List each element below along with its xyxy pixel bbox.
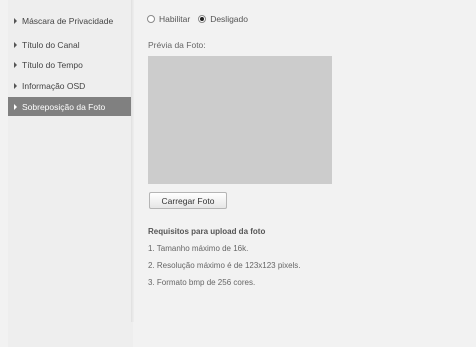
caret-right-icon bbox=[14, 61, 17, 68]
sidebar-item-channel-title[interactable]: Título do Canal bbox=[8, 35, 132, 54]
disable-radio-label[interactable]: Desligado bbox=[210, 14, 248, 24]
disable-radio[interactable] bbox=[198, 15, 207, 23]
requirement-line: 3. Formato bmp de 256 cores. bbox=[148, 278, 256, 287]
sidebar-item-label: Sobreposição da Foto bbox=[22, 101, 106, 112]
requirement-line: 2. Resolução máximo é de 123x123 pixels. bbox=[148, 261, 301, 270]
sidebar-item-label: Título do Canal bbox=[22, 39, 80, 50]
mode-radio-group: Habilitar Desligado bbox=[147, 14, 256, 24]
sidebar-item-photo-overlay[interactable]: Sobreposição da Foto bbox=[8, 97, 132, 116]
upload-photo-button[interactable]: Carregar Foto bbox=[149, 192, 227, 209]
caret-right-icon bbox=[14, 82, 17, 89]
sidebar-item-time-title[interactable]: Título do Tempo bbox=[8, 55, 132, 74]
caret-right-icon bbox=[14, 17, 17, 24]
sidebar-item-label: Máscara de Privacidade bbox=[22, 15, 114, 26]
caret-right-icon bbox=[14, 103, 17, 110]
requirement-line: 1. Tamanho máximo de 16k. bbox=[148, 244, 249, 253]
sidebar-item-osd-info[interactable]: Informação OSD bbox=[8, 76, 132, 95]
caret-right-icon bbox=[14, 41, 17, 48]
photo-preview-label: Prévia da Foto: bbox=[148, 40, 206, 50]
sidebar-item-label: Título do Tempo bbox=[22, 59, 83, 70]
sidebar-divider bbox=[131, 0, 135, 322]
sidebar-item-privacy-mask[interactable]: Máscara de Privacidade bbox=[8, 11, 132, 30]
enable-radio[interactable] bbox=[147, 15, 155, 23]
sidebar: Máscara de Privacidade Título do Canal T… bbox=[8, 0, 133, 347]
main-content: Habilitar Desligado Prévia da Foto: Carr… bbox=[140, 0, 476, 347]
enable-radio-label[interactable]: Habilitar bbox=[159, 14, 190, 24]
sidebar-item-label: Informação OSD bbox=[22, 80, 86, 91]
photo-preview bbox=[148, 56, 332, 184]
requirements-title: Requisitos para upload da foto bbox=[148, 227, 266, 236]
